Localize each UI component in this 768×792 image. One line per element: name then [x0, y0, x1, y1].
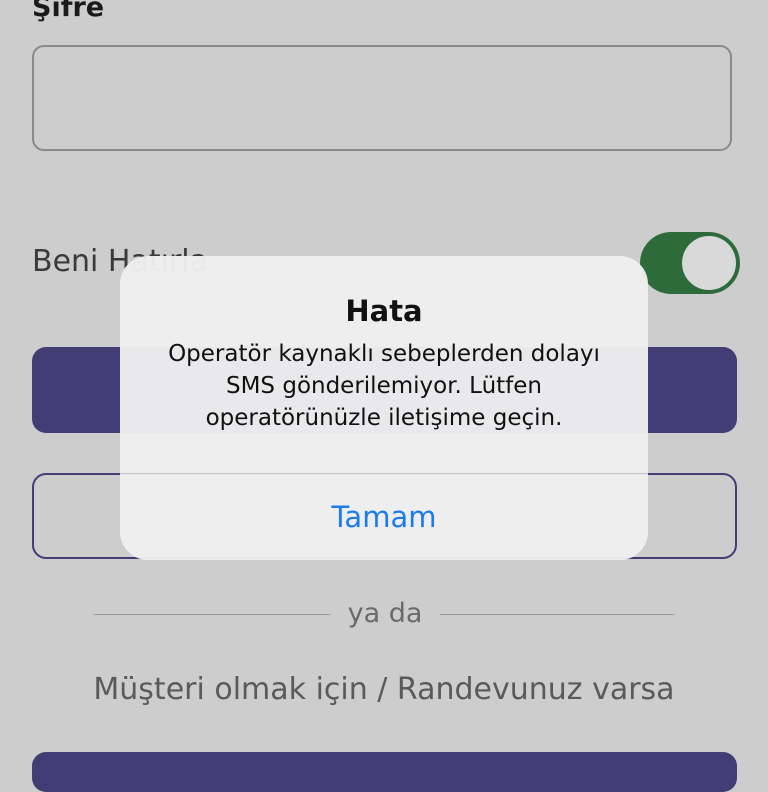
- alert-message: Operatör kaynaklı sebeplerden dolayı SMS…: [168, 341, 600, 431]
- alert-ok-button[interactable]: Tamam: [120, 474, 648, 560]
- alert-title: Hata: [345, 294, 423, 328]
- password-label: Şifre: [32, 0, 105, 23]
- remember-me-toggle[interactable]: [640, 232, 740, 294]
- divider-text: ya da: [347, 598, 423, 629]
- bottom-button[interactable]: [32, 752, 737, 792]
- become-customer-link[interactable]: Müşteri olmak için / Randevunuz varsa: [0, 672, 768, 707]
- password-input[interactable]: [32, 45, 732, 151]
- toggle-knob: [682, 236, 736, 290]
- divider-line-left: [94, 614, 330, 615]
- divider-line-right: [440, 614, 674, 615]
